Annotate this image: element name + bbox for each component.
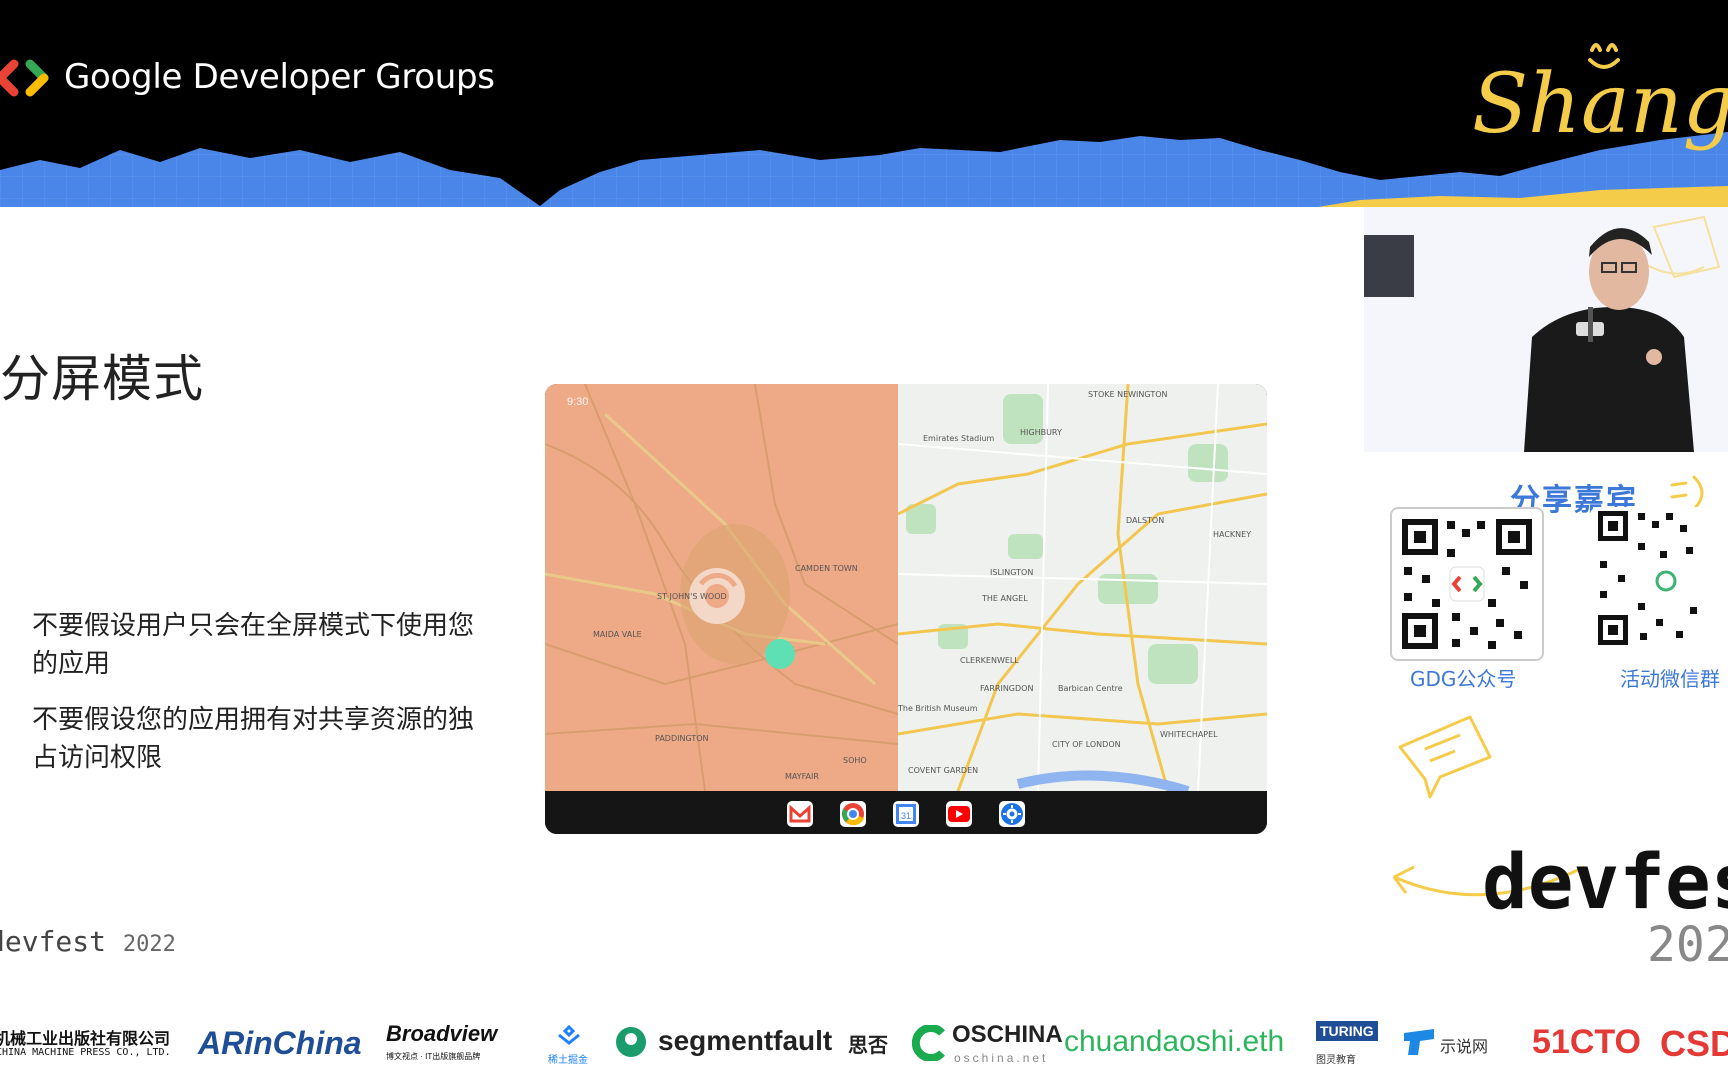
map-label: FARRINGDON: [980, 684, 1034, 693]
org-name: Google Developer Groups: [64, 57, 495, 97]
segmentfault-logo-icon: [616, 1027, 646, 1057]
map-label: Emirates Stadium: [923, 434, 995, 443]
map-label: The British Museum: [898, 704, 978, 713]
map-label: MAIDA VALE: [593, 630, 642, 639]
qr-label-gdg: GDG公众号: [1410, 667, 1517, 691]
map-label: CLERKENWELL: [960, 656, 1019, 665]
map-label: PADDINGTON: [655, 734, 709, 743]
left-map-graphic: [545, 384, 898, 791]
sponsor-logo: 机械工业出版社有限公司: [0, 1031, 171, 1048]
map-label: HACKNEY: [1213, 530, 1252, 539]
calendar-day-text: 31: [901, 811, 911, 821]
sponsor-logo: 51CTO: [1532, 1023, 1641, 1061]
bullet-item: 不要假设用户只会在全屏模式下使用您的应用: [32, 611, 475, 679]
sponsor-logo: CSDN: [1660, 1023, 1728, 1064]
devfest-logo-text: devfest: [1482, 837, 1728, 926]
sponsor-logo: Broadview: [386, 1021, 498, 1046]
devfest-year-text: 2022: [1647, 917, 1728, 973]
footer-brand-text: devfest: [0, 925, 107, 958]
map-label: Barbican Centre: [1058, 684, 1123, 693]
chrome-icon[interactable]: [840, 801, 866, 827]
slide-title: 分屏模式: [0, 350, 204, 408]
map-label: COVENT GARDEN: [908, 766, 979, 775]
sponsor-logo: chuandaoshi.eth: [1064, 1025, 1285, 1058]
city-lettering: ShangHa: [1472, 43, 1728, 152]
presentation-slide: 分屏模式 不要假设用户只会在全屏模式下使用您的应用 不要假设您的应用拥有对共享资…: [0, 207, 1354, 1007]
side-panel: 分享嘉宾 GDG公众号 活动微信群 devfe 202: [1354, 207, 1728, 1007]
juejin-logo-icon: [558, 1025, 580, 1045]
sponsor-logo: 图灵教育: [1316, 1055, 1356, 1066]
speaker-video-graphic: [1364, 215, 1721, 452]
qr-code-image: [1598, 511, 1697, 645]
tablet-screenshot: 9:30 CAMDEN TOWN ST JOHN'S WOOD MAIDA VA…: [545, 384, 1267, 834]
sponsor-logo: TURING: [1316, 1021, 1378, 1041]
map-label: CITY OF LONDON: [1052, 740, 1121, 749]
sponsor-logo: 博文视点 · IT出版旗舰品牌: [386, 1052, 481, 1061]
qr-code-wechat: [1590, 507, 1728, 657]
status-bar-time: 9:30: [567, 396, 589, 408]
qr-code-image: [1402, 519, 1532, 649]
slide-footer-brand: devfest 2022: [0, 925, 176, 958]
tablet-taskbar: 31: [545, 791, 1267, 834]
map-label: WHITECHAPEL: [1160, 730, 1218, 739]
sponsor-logo: 稀土掘金: [548, 1055, 588, 1066]
map-label: ISLINGTON: [990, 568, 1034, 577]
map-label: CAMDEN TOWN: [795, 564, 858, 573]
sponsor-logo: CHINA MACHINE PRESS CO., LTD.: [0, 1047, 171, 1058]
sponsor-logo: 思否: [848, 1035, 888, 1057]
gdg-logo-icon: [0, 59, 49, 97]
map-label: MAYFAIR: [785, 772, 819, 781]
sponsor-logo: 示说网: [1440, 1039, 1489, 1056]
map-label: SOHO: [843, 756, 867, 765]
city-text: ShangHa: [1472, 57, 1728, 152]
sponsor-logo: segmentfault: [658, 1025, 833, 1056]
bullet-item: 不要假设您的应用拥有对共享资源的独占访问权限: [32, 705, 475, 773]
map-label: STOKE NEWINGTON: [1088, 390, 1168, 399]
event-header: Google Developer Groups ShangHa: [0, 0, 1728, 210]
speaker-camera-feed: [1364, 207, 1728, 452]
sponsor-logo: OSCHINA: [952, 1021, 1063, 1048]
map-label: ST JOHN'S WOOD: [657, 592, 727, 601]
split-screen-right-pane: STOKE NEWINGTON HIGHBURY Emirates Stadiu…: [898, 384, 1267, 791]
sponsor-logo: oschina.net: [954, 1051, 1049, 1065]
shishuo-logo-icon: [1404, 1029, 1434, 1055]
oschina-logo-icon: [912, 1025, 945, 1061]
youtube-icon[interactable]: [946, 801, 972, 827]
map-label: HIGHBURY: [1020, 428, 1062, 437]
gmail-icon[interactable]: [787, 801, 813, 827]
map-label: DALSTON: [1126, 516, 1165, 525]
chat-bubble-doodle-icon: [1398, 715, 1492, 799]
sponsor-bar: 机械工业出版社有限公司 CHINA MACHINE PRESS CO., LTD…: [0, 1007, 1728, 1080]
settings-icon[interactable]: [999, 801, 1025, 827]
footer-year-text: 2022: [122, 932, 176, 957]
calendar-icon[interactable]: 31: [893, 801, 919, 827]
bullet-list: 不要假设用户只会在全屏模式下使用您的应用 不要假设您的应用拥有对共享资源的独占访…: [32, 607, 492, 795]
qr-code-gdg: [1390, 507, 1544, 661]
header-wave-graphic: [0, 132, 1728, 210]
map-label: THE ANGEL: [982, 594, 1028, 603]
split-screen-left-pane: 9:30 CAMDEN TOWN ST JOHN'S WOOD MAIDA VA…: [545, 384, 898, 791]
qr-label-wechat: 活动微信群: [1620, 667, 1720, 691]
sponsor-logo: ARinChina: [198, 1025, 362, 1061]
